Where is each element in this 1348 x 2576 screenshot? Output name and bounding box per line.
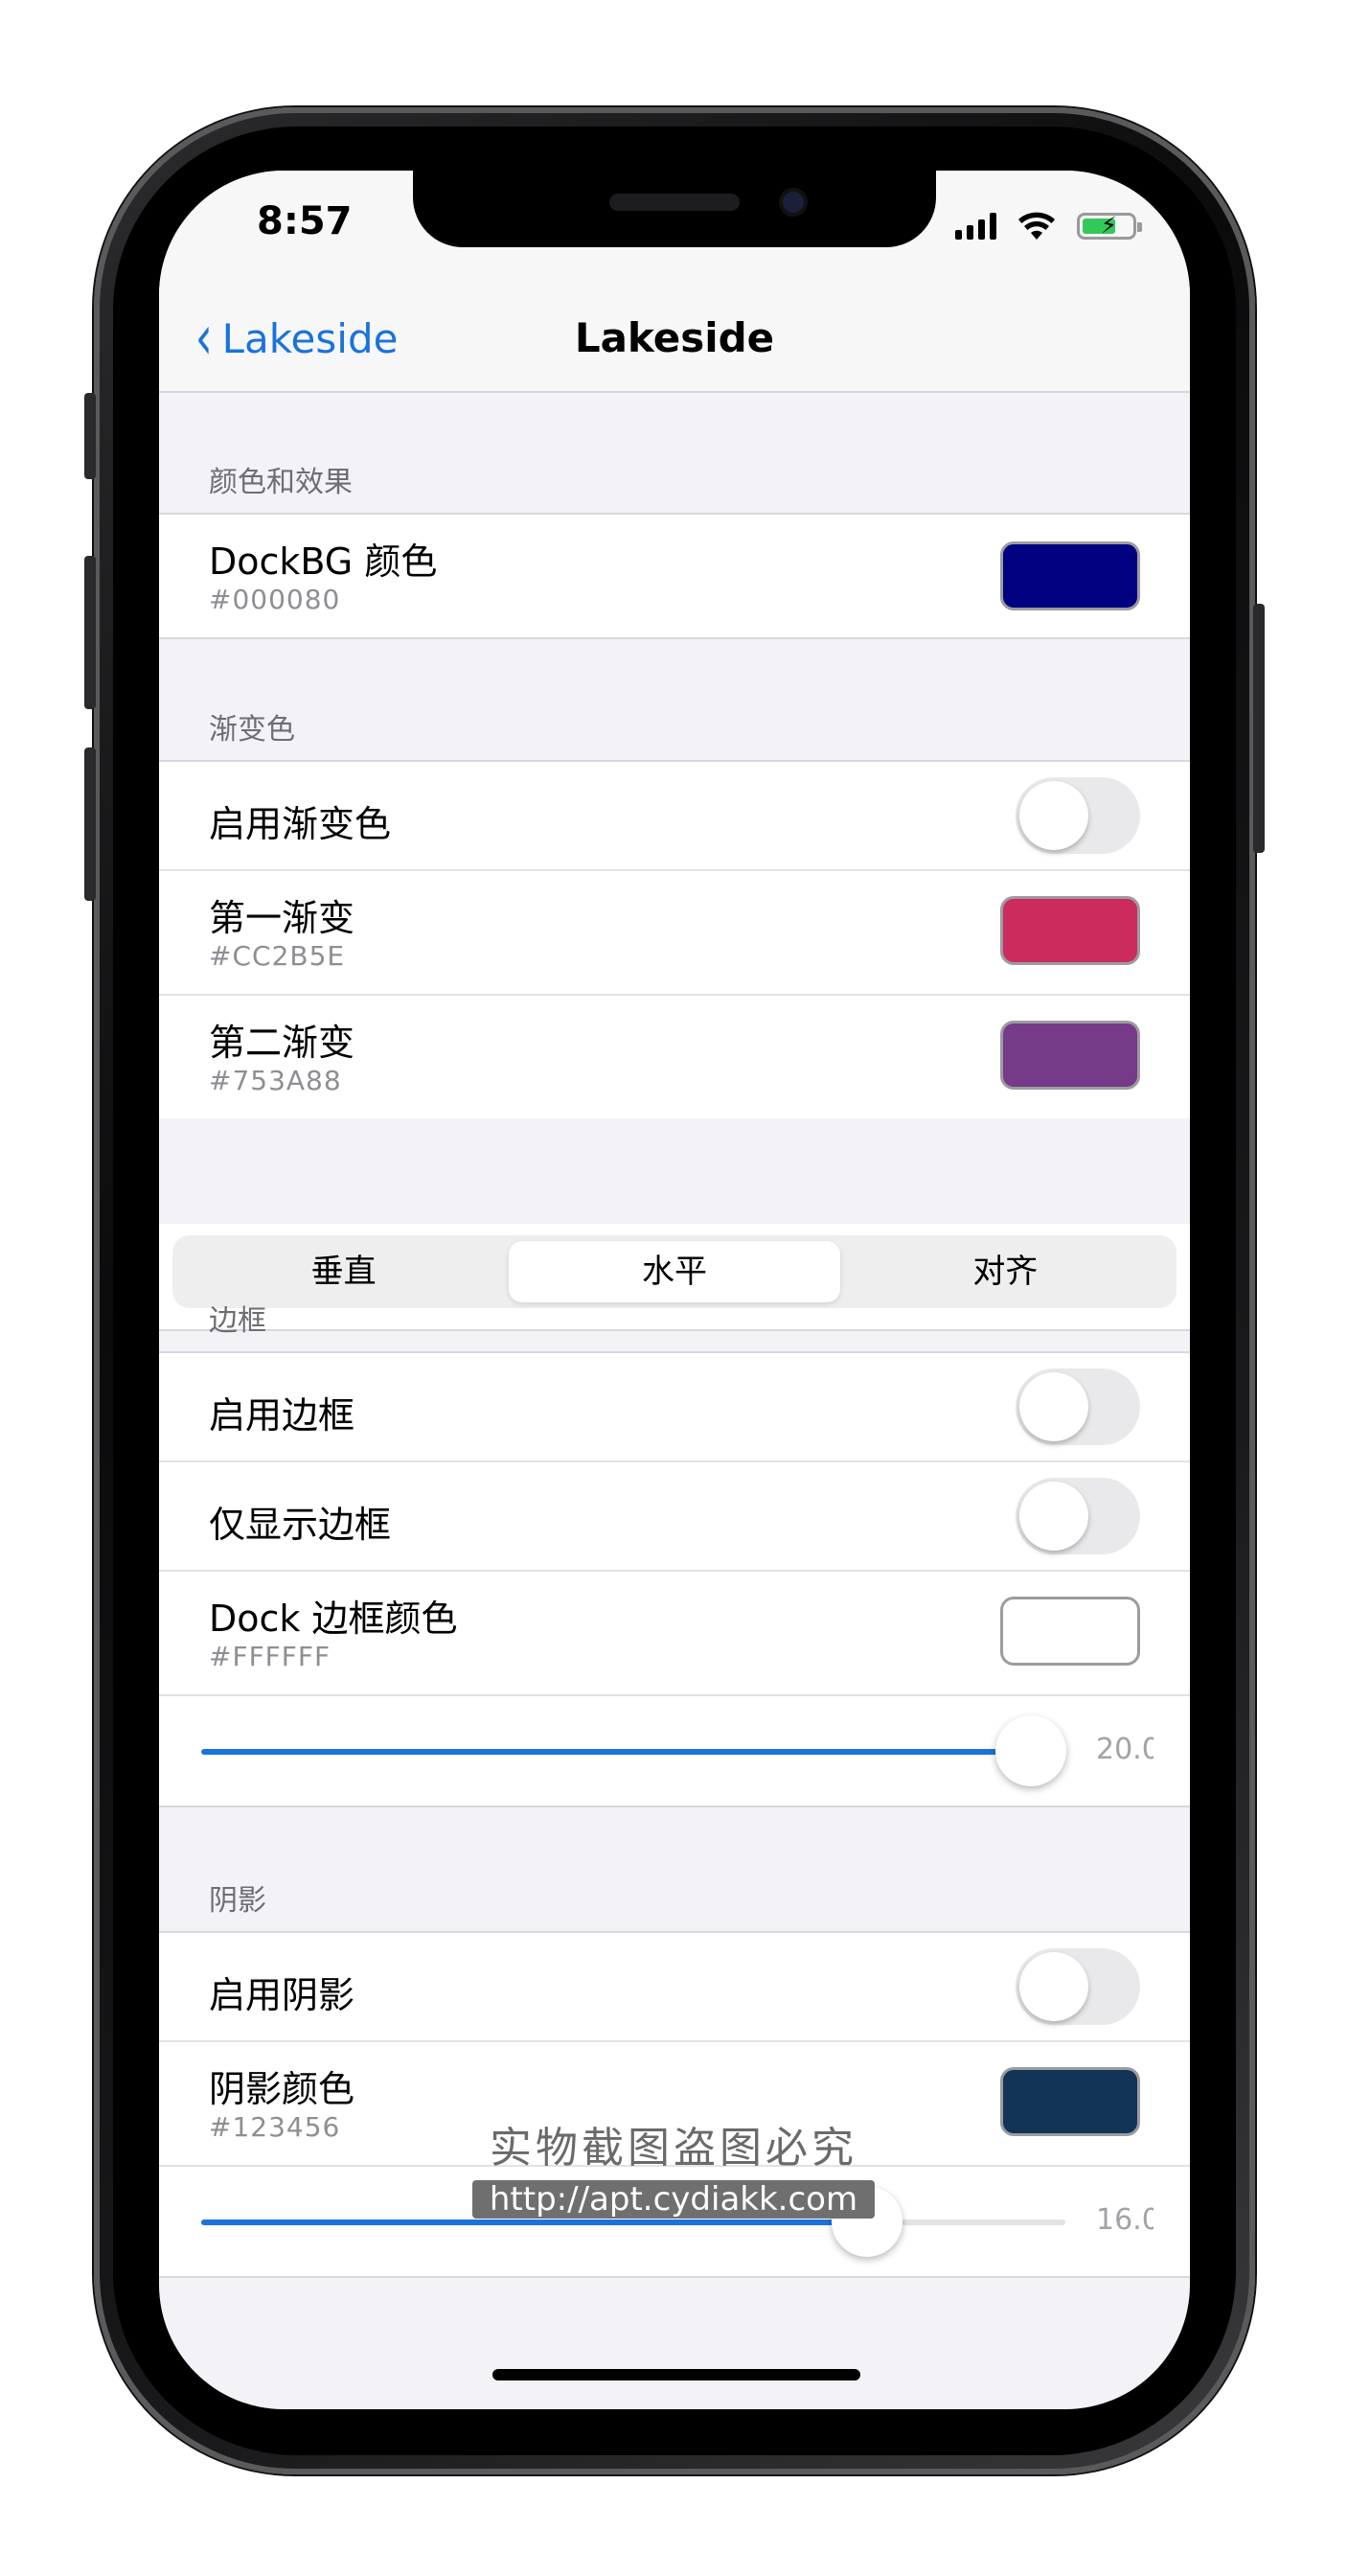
mute-switch xyxy=(84,393,96,479)
cell-subtitle-hex: #CC2B5E xyxy=(209,940,346,972)
group-border: 启用边框 仅显示边框 Dock 边框颜色 #FFFFFF 20.0 xyxy=(159,1351,1190,1807)
earpiece-speaker xyxy=(609,194,740,211)
power-button xyxy=(1253,604,1265,853)
toggle-enable-border[interactable] xyxy=(1016,1368,1140,1445)
cell-subtitle-hex: #FFFFFF xyxy=(209,1641,331,1672)
segment-align[interactable]: 对齐 xyxy=(840,1241,1171,1302)
cell-enable-border: 启用边框 xyxy=(159,1353,1190,1462)
notch xyxy=(413,171,936,247)
cell-title: 仅显示边框 xyxy=(209,1504,392,1546)
toggle-knob xyxy=(1019,781,1088,850)
slider-fill xyxy=(201,2220,867,2225)
section-header-border: 边框 xyxy=(209,1304,266,1338)
watermark-url: http://apt.cydiakk.com xyxy=(471,2180,876,2219)
section-header-gradient: 渐变色 xyxy=(209,713,295,747)
cell-enable-gradient: 启用渐变色 xyxy=(159,762,1190,871)
shadow-slider-track[interactable] xyxy=(201,2186,1065,2257)
border-width-value: 20.0 xyxy=(1096,1733,1154,1766)
color-swatch-dockbg[interactable] xyxy=(1000,541,1140,610)
color-swatch-second-gradient[interactable] xyxy=(1000,1021,1140,1090)
section-header-shadow: 阴影 xyxy=(209,1884,266,1918)
home-indicator xyxy=(492,2369,860,2380)
section-header-color: 颜色和效果 xyxy=(209,466,353,499)
group-shadow: 启用阴影 阴影颜色 #123456 16.0 xyxy=(159,1931,1190,2278)
page-title: Lakeside xyxy=(574,314,775,361)
toggle-enable-shadow[interactable] xyxy=(1016,1948,1140,2025)
battery-icon: ⚡ xyxy=(1077,212,1142,240)
cell-only-border: 仅显示边框 xyxy=(159,1462,1190,1572)
color-swatch-border[interactable] xyxy=(1000,1597,1140,1666)
cell-subtitle-hex: #123456 xyxy=(209,2111,341,2143)
toggle-knob xyxy=(1019,1952,1088,2021)
cell-title: 启用阴影 xyxy=(209,1974,355,2016)
slider-fill xyxy=(201,1749,1031,1755)
toggle-knob xyxy=(1019,1482,1088,1551)
toggle-knob xyxy=(1019,1372,1088,1441)
cell-title: 第一渐变 xyxy=(209,897,355,939)
segment-horizontal[interactable]: 水平 xyxy=(509,1241,840,1302)
segmented-cell: 垂直 水平 对齐 xyxy=(159,1224,1190,1331)
toggle-only-border[interactable] xyxy=(1016,1478,1140,1554)
cell-subtitle-hex: #000080 xyxy=(209,584,341,615)
color-swatch-shadow[interactable] xyxy=(1000,2067,1140,2136)
cell-title: Dock 边框颜色 xyxy=(209,1598,458,1640)
group-gradient: 启用渐变色 第一渐变 #CC2B5E 第二渐变 #753A88 xyxy=(159,760,1190,1118)
status-icons: ⚡ xyxy=(955,209,1142,243)
shadow-value: 16.0 xyxy=(1096,2203,1154,2237)
cell-title: 启用渐变色 xyxy=(209,803,392,845)
cell-border-width-slider: 20.0 xyxy=(159,1696,1190,1806)
cellular-signal-icon xyxy=(955,213,996,240)
cell-title: 阴影颜色 xyxy=(209,2068,355,2110)
phone-screen: 8:57 ⚡ ‹ Lakeside Lakeside 颜色和效果 DockBG … xyxy=(159,171,1190,2409)
cell-title: 启用边框 xyxy=(209,1394,355,1437)
cell-title: 第二渐变 xyxy=(209,1022,355,1064)
cell-second-gradient[interactable]: 第二渐变 #753A88 xyxy=(159,996,1190,1118)
cell-first-gradient[interactable]: 第一渐变 #CC2B5E xyxy=(159,871,1190,996)
volume-up-button xyxy=(84,556,96,709)
volume-down-button xyxy=(84,748,96,901)
wifi-icon xyxy=(1018,212,1055,240)
group-color: DockBG 颜色 #000080 xyxy=(159,513,1190,639)
cell-subtitle-hex: #753A88 xyxy=(209,1065,342,1096)
color-swatch-first-gradient[interactable] xyxy=(1000,896,1140,965)
watermark: 实物截图盗图必究 http://apt.cydiakk.com xyxy=(448,2113,899,2219)
cell-dockbg-color[interactable]: DockBG 颜色 #000080 xyxy=(159,515,1190,637)
cell-border-color[interactable]: Dock 边框颜色 #FFFFFF xyxy=(159,1572,1190,1696)
toggle-enable-gradient[interactable] xyxy=(1016,777,1140,854)
watermark-text: 实物截图盗图必究 xyxy=(490,2124,857,2173)
cell-title: DockBG 颜色 xyxy=(209,540,438,583)
cell-enable-shadow: 启用阴影 xyxy=(159,1933,1190,2042)
border-width-slider-thumb[interactable] xyxy=(994,1715,1066,1786)
border-width-slider-track[interactable] xyxy=(201,1715,1066,1786)
segment-vertical[interactable]: 垂直 xyxy=(178,1241,509,1302)
status-time: 8:57 xyxy=(257,199,353,243)
front-camera xyxy=(779,188,808,217)
gradient-direction-segmented-control: 垂直 水平 对齐 xyxy=(172,1235,1177,1308)
